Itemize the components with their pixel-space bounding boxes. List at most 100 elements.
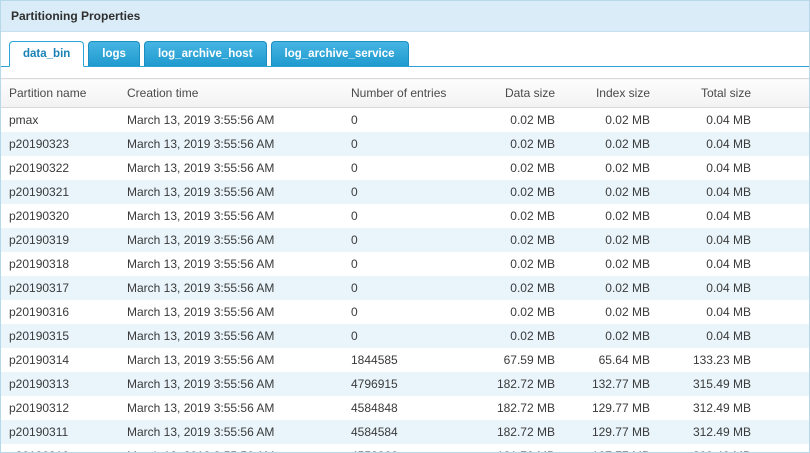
- table-cell: p20190317: [1, 276, 119, 300]
- table-cell: 0.02 MB: [563, 180, 658, 204]
- table-cell: March 13, 2019 3:55:56 AM: [119, 420, 343, 444]
- table-row[interactable]: p20190312March 13, 2019 3:55:56 AM458484…: [1, 396, 809, 420]
- table-cell: 1844585: [343, 348, 483, 372]
- table-body: pmaxMarch 13, 2019 3:55:56 AM00.02 MB0.0…: [1, 108, 809, 453]
- table-cell: 0.02 MB: [483, 180, 563, 204]
- table-row[interactable]: p20190313March 13, 2019 3:55:56 AM479691…: [1, 372, 809, 396]
- table-row[interactable]: p20190316March 13, 2019 3:55:56 AM00.02 …: [1, 300, 809, 324]
- table-cell: 127.77 MB: [563, 444, 658, 452]
- table-cell: 129.77 MB: [563, 396, 658, 420]
- column-header: Total size: [658, 79, 809, 108]
- table-cell: 0.02 MB: [563, 156, 658, 180]
- table-cell: 0.02 MB: [483, 324, 563, 348]
- table-cell: 0.02 MB: [483, 252, 563, 276]
- tab-bar: data_binlogslog_archive_hostlog_archive_…: [1, 32, 809, 67]
- table-cell: 181.72 MB: [483, 444, 563, 452]
- table-cell: p20190312: [1, 396, 119, 420]
- table-cell: p20190321: [1, 180, 119, 204]
- table-cell: 0.02 MB: [483, 300, 563, 324]
- panel-title: Partitioning Properties: [1, 1, 809, 32]
- table-row[interactable]: p20190317March 13, 2019 3:55:56 AM00.02 …: [1, 276, 809, 300]
- table-cell: 0.04 MB: [658, 204, 809, 228]
- table-row[interactable]: p20190315March 13, 2019 3:55:56 AM00.02 …: [1, 324, 809, 348]
- table-cell: 0.04 MB: [658, 252, 809, 276]
- table-row[interactable]: p20190321March 13, 2019 3:55:56 AM00.02 …: [1, 180, 809, 204]
- table-cell: 312.49 MB: [658, 420, 809, 444]
- table-row[interactable]: p20190314March 13, 2019 3:55:56 AM184458…: [1, 348, 809, 372]
- table-cell: 182.72 MB: [483, 372, 563, 396]
- table-cell: 0: [343, 132, 483, 156]
- table-cell: p20190315: [1, 324, 119, 348]
- table-cell: 0.02 MB: [483, 204, 563, 228]
- table-cell: 0: [343, 228, 483, 252]
- table-cell: p20190313: [1, 372, 119, 396]
- table-cell: March 13, 2019 3:55:56 AM: [119, 180, 343, 204]
- tab-data_bin[interactable]: data_bin: [9, 41, 84, 67]
- tab-log_archive_host[interactable]: log_archive_host: [144, 41, 267, 66]
- table-cell: 4552866: [343, 444, 483, 452]
- table-cell: p20190310: [1, 444, 119, 452]
- table-cell: 4584848: [343, 396, 483, 420]
- table-cell: 0.04 MB: [658, 132, 809, 156]
- table-cell: 0: [343, 108, 483, 133]
- partitioning-properties-panel: Partitioning Properties data_binlogslog_…: [0, 0, 810, 453]
- table-cell: 315.49 MB: [658, 372, 809, 396]
- table-row[interactable]: pmaxMarch 13, 2019 3:55:56 AM00.02 MB0.0…: [1, 108, 809, 133]
- partition-table: Partition nameCreation timeNumber of ent…: [1, 78, 809, 452]
- table-cell: 0.02 MB: [483, 276, 563, 300]
- table-cell: March 13, 2019 3:55:56 AM: [119, 276, 343, 300]
- table-cell: 129.77 MB: [563, 420, 658, 444]
- table-cell: March 13, 2019 3:55:56 AM: [119, 132, 343, 156]
- table-cell: 0: [343, 324, 483, 348]
- table-row[interactable]: p20190310March 13, 2019 3:55:56 AM455286…: [1, 444, 809, 452]
- table-cell: March 13, 2019 3:55:56 AM: [119, 444, 343, 452]
- table-cell: 132.77 MB: [563, 372, 658, 396]
- table-cell: 0: [343, 276, 483, 300]
- table-header-row: Partition nameCreation timeNumber of ent…: [1, 79, 809, 108]
- table-cell: p20190319: [1, 228, 119, 252]
- table-cell: 0: [343, 180, 483, 204]
- table-cell: 0.02 MB: [483, 228, 563, 252]
- table-cell: 0.04 MB: [658, 108, 809, 133]
- table-row[interactable]: p20190318March 13, 2019 3:55:56 AM00.02 …: [1, 252, 809, 276]
- table-row[interactable]: p20190320March 13, 2019 3:55:56 AM00.02 …: [1, 204, 809, 228]
- table-cell: p20190316: [1, 300, 119, 324]
- table-cell: 309.49 MB: [658, 444, 809, 452]
- column-header: Number of entries: [343, 79, 483, 108]
- table-cell: 0.02 MB: [483, 156, 563, 180]
- table-cell: 0.02 MB: [483, 132, 563, 156]
- table-cell: 0.02 MB: [563, 252, 658, 276]
- table-cell: p20190314: [1, 348, 119, 372]
- table-cell: p20190318: [1, 252, 119, 276]
- table-cell: March 13, 2019 3:55:56 AM: [119, 348, 343, 372]
- table-cell: 0: [343, 156, 483, 180]
- table-cell: 0.02 MB: [483, 108, 563, 133]
- table-row[interactable]: p20190322March 13, 2019 3:55:56 AM00.02 …: [1, 156, 809, 180]
- table-cell: 182.72 MB: [483, 396, 563, 420]
- table-cell: 0.04 MB: [658, 156, 809, 180]
- table-cell: 0.02 MB: [563, 132, 658, 156]
- table-cell: 312.49 MB: [658, 396, 809, 420]
- table-row[interactable]: p20190319March 13, 2019 3:55:56 AM00.02 …: [1, 228, 809, 252]
- table-cell: 0.02 MB: [563, 228, 658, 252]
- table-cell: March 13, 2019 3:55:56 AM: [119, 156, 343, 180]
- table-row[interactable]: p20190323March 13, 2019 3:55:56 AM00.02 …: [1, 132, 809, 156]
- table-cell: 0.04 MB: [658, 180, 809, 204]
- table-cell: 0.04 MB: [658, 324, 809, 348]
- table-cell: March 13, 2019 3:55:56 AM: [119, 204, 343, 228]
- table-cell: 182.72 MB: [483, 420, 563, 444]
- table-cell: 4796915: [343, 372, 483, 396]
- table-cell: p20190311: [1, 420, 119, 444]
- table-cell: 0.02 MB: [563, 276, 658, 300]
- table-row[interactable]: p20190311March 13, 2019 3:55:56 AM458458…: [1, 420, 809, 444]
- table-cell: pmax: [1, 108, 119, 133]
- table-cell: p20190322: [1, 156, 119, 180]
- table-cell: 0: [343, 204, 483, 228]
- table-cell: p20190323: [1, 132, 119, 156]
- column-header: Partition name: [1, 79, 119, 108]
- tab-log_archive_service[interactable]: log_archive_service: [271, 41, 409, 66]
- table-cell: 0.02 MB: [563, 324, 658, 348]
- tab-logs[interactable]: logs: [88, 41, 140, 66]
- table-cell: 65.64 MB: [563, 348, 658, 372]
- table-cell: March 13, 2019 3:55:56 AM: [119, 324, 343, 348]
